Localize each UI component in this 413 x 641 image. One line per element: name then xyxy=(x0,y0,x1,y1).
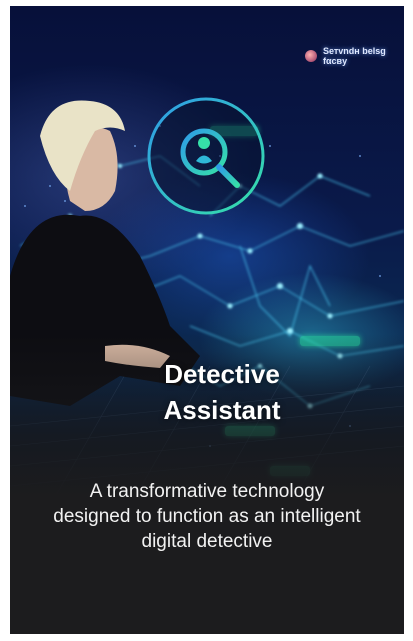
person-search-icon xyxy=(147,97,265,215)
title-line-2: Assistant xyxy=(163,395,281,425)
feature-card: Sетvndн belsg fαcвy Detective Assistant A… xyxy=(10,6,404,634)
card-description: A transformative technology designed to … xyxy=(53,481,361,552)
title-line-1: Detective xyxy=(164,359,280,389)
card-title: Detective Assistant xyxy=(10,356,404,428)
screen-profile-tag: Sетvndн belsg fαcвy xyxy=(305,46,393,66)
screen-tag-text: Sетvndн belsg fαcвy xyxy=(323,46,386,66)
avatar xyxy=(305,50,317,62)
